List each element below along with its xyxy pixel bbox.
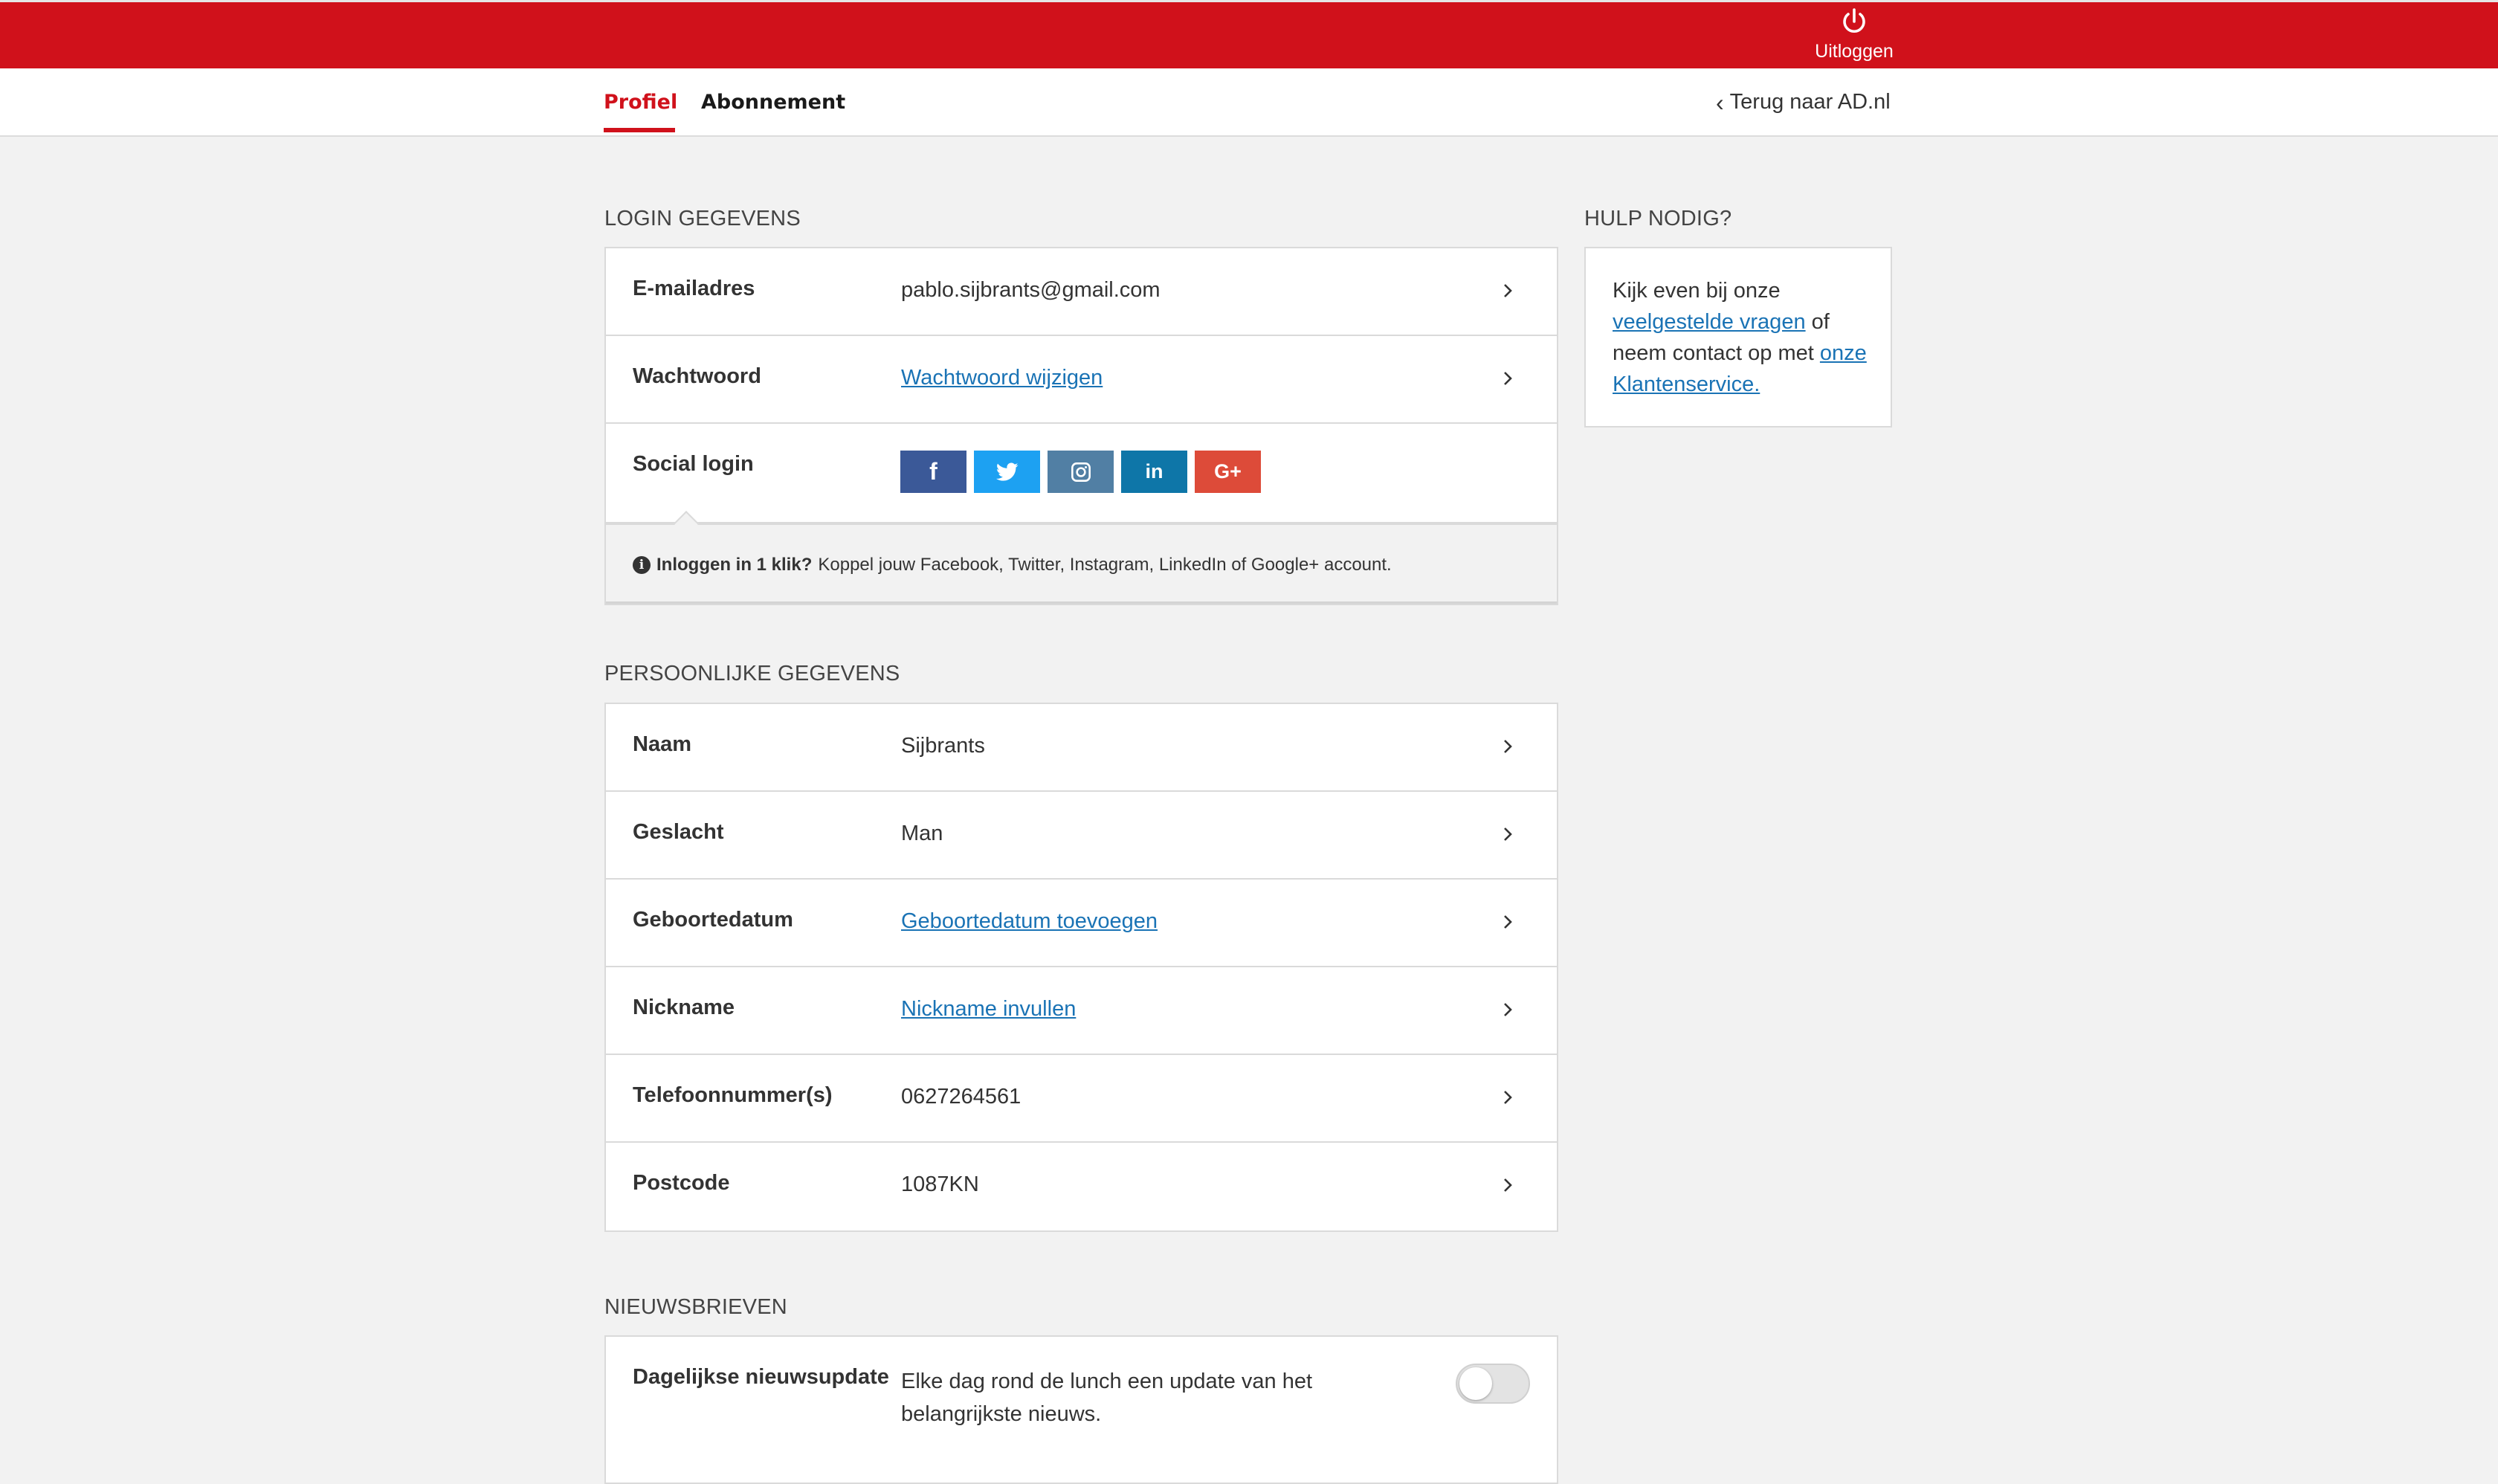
twitter-login-button[interactable] [974,451,1040,493]
row-label: Nickname [633,996,735,1019]
top-bar: Uitloggen [0,0,2498,68]
info-bold-text: Inloggen in 1 klik? [656,555,813,575]
row-label: Telefoonnummer(s) [633,1083,833,1107]
info-body-text: Koppel jouw Facebook, Twitter, Instagram… [818,555,1392,575]
login-card: E-mailadres pablo.sijbrants@gmail.com Wa… [604,247,1558,605]
gender-row[interactable]: Geslacht Man [606,792,1557,880]
chevron-right-icon [1504,1091,1512,1104]
chevron-right-icon [1504,1178,1512,1192]
login-section-title: LOGIN GEGEVENS [604,207,801,230]
personal-card: Naam Sijbrants Geslacht Man Geboortedatu… [604,703,1558,1232]
phone-row[interactable]: Telefoonnummer(s) 0627264561 [606,1055,1557,1143]
chevron-right-icon [1504,828,1512,841]
daily-newsletter-label: Dagelijkse nieuwsupdate [633,1365,889,1389]
add-birthdate-link[interactable]: Geboortedatum toevoegen [901,909,1158,934]
linkedin-login-button[interactable]: in [1121,451,1187,493]
facebook-icon: f [929,458,937,485]
row-label: Geboortedatum [633,908,793,932]
chevron-left-icon: ‹ [1716,88,1724,116]
logout-label: Uitloggen [1815,41,1894,62]
back-link-label: Terug naar AD.nl [1729,90,1891,114]
back-to-site-link[interactable]: ‹ Terug naar AD.nl [1716,90,1891,114]
chevron-right-icon [1504,740,1512,753]
daily-newsletter-description: Elke dag rond de lunch een update van he… [901,1370,1313,1426]
password-row[interactable]: Wachtwoord Wachtwoord wijzigen [606,336,1557,424]
phone-value: 0627264561 [901,1085,1022,1109]
facebook-login-button[interactable]: f [900,451,966,493]
nickname-row[interactable]: Nickname Nickname invullen [606,967,1557,1055]
faq-link[interactable]: veelgestelde vragen [1613,310,1806,334]
help-section-title: HULP NODIG? [1584,207,1732,230]
birthdate-row[interactable]: Geboortedatum Geboortedatum toevoegen [606,880,1557,967]
help-box: Kijk even bij onze veelgestelde vragen o… [1584,247,1892,428]
tab-abonnement[interactable]: Abonnement [701,91,845,114]
row-label: Postcode [633,1171,730,1195]
googleplus-login-button[interactable]: G+ [1195,451,1261,493]
newsletters-card: Dagelijkse nieuwsupdate Elke dag rond de… [604,1335,1558,1484]
name-row[interactable]: Naam Sijbrants [606,704,1557,792]
password-label: Wachtwoord [633,364,761,388]
postcode-row[interactable]: Postcode 1087KN [606,1143,1557,1230]
twitter-icon [995,462,1018,481]
tab-profiel[interactable]: Profiel [604,91,677,114]
toggle-knob [1459,1367,1492,1400]
info-icon: i [633,556,651,574]
personal-section-title: PERSOONLIJKE GEGEVENS [604,662,900,685]
gender-value: Man [901,822,943,845]
help-text-1: Kijk even bij onze [1613,279,1781,303]
instagram-login-button[interactable] [1048,451,1114,493]
email-label: E-mailadres [633,277,755,300]
email-value: pablo.sijbrants@gmail.com [901,278,1161,302]
add-nickname-link[interactable]: Nickname invullen [901,997,1076,1022]
chevron-right-icon [1504,284,1512,297]
postcode-value: 1087KN [901,1172,979,1196]
googleplus-icon: G+ [1214,460,1242,483]
social-login-label: Social login [633,452,754,476]
info-text: i Inloggen in 1 klik? Koppel jouw Facebo… [633,555,1392,575]
linkedin-icon: in [1145,460,1164,483]
logout-button[interactable]: Uitloggen [1798,5,1911,68]
row-label: Geslacht [633,820,724,844]
chevron-right-icon [1504,1003,1512,1016]
social-login-info: i Inloggen in 1 klik? Koppel jouw Facebo… [606,511,1557,604]
social-buttons: f in G+ [900,451,1261,493]
newsletters-section-title: NIEUWSBRIEVEN [604,1295,787,1319]
change-password-link[interactable]: Wachtwoord wijzigen [901,366,1103,390]
profile-nav: Profiel Abonnement ‹ Terug naar AD.nl [0,68,2498,137]
email-row[interactable]: E-mailadres pablo.sijbrants@gmail.com [606,248,1557,336]
social-login-row: Social login f in G+ [606,424,1557,523]
daily-newsletter-toggle[interactable] [1456,1364,1530,1404]
name-value: Sijbrants [901,734,985,758]
active-tab-indicator [604,128,675,132]
power-icon [1843,8,1865,33]
row-label: Naam [633,732,691,756]
instagram-icon [1071,462,1091,482]
chevron-right-icon [1504,372,1512,385]
chevron-right-icon [1504,915,1512,929]
